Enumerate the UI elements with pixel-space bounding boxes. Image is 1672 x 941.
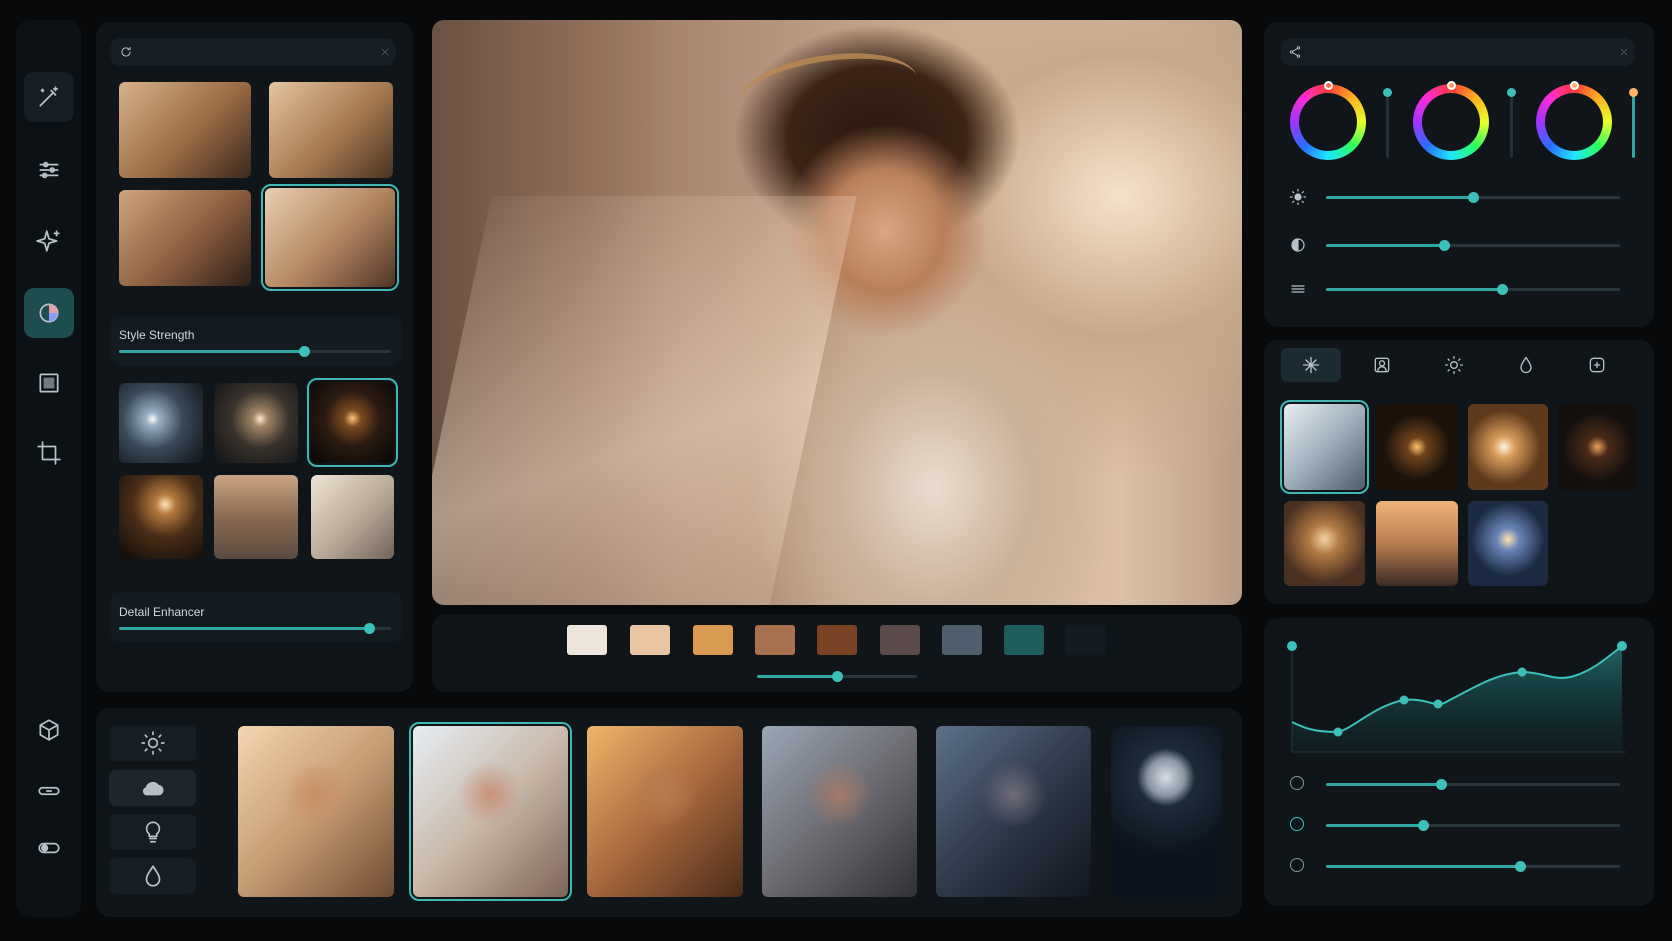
- light-effect-glow[interactable]: [119, 475, 203, 559]
- midtones-color-wheel[interactable]: [1413, 81, 1489, 160]
- sparkle-icon[interactable]: [24, 216, 74, 266]
- main-canvas-image[interactable]: [432, 20, 1242, 605]
- shadows-color-wheel[interactable]: [1290, 81, 1366, 160]
- magic-brush-icon[interactable]: [24, 72, 74, 122]
- style-strength-label: Style Strength: [119, 328, 195, 342]
- contrast-slider[interactable]: [1326, 240, 1620, 251]
- brightness-icon: [1287, 186, 1309, 208]
- light-effect-flare[interactable]: [214, 383, 298, 463]
- crop-icon[interactable]: [24, 428, 74, 478]
- detail-enhancer-slider[interactable]: [119, 623, 391, 634]
- curve-slider-3[interactable]: [1326, 861, 1620, 872]
- laurel-crown: [735, 43, 923, 138]
- color-swatch[interactable]: [693, 625, 733, 655]
- toggle-switch-icon[interactable]: [24, 823, 74, 873]
- tone-curve-chart[interactable]: [1284, 636, 1634, 756]
- color-grading-panel: [1264, 22, 1654, 327]
- effect-ember-glow[interactable]: [1558, 404, 1637, 490]
- tab-sparkle-effects[interactable]: [1281, 348, 1341, 382]
- link-toggle-icon[interactable]: [24, 766, 74, 816]
- highlights-color-wheel[interactable]: [1536, 81, 1612, 160]
- color-swatch[interactable]: [567, 625, 607, 655]
- effect-prism[interactable]: [1468, 501, 1548, 586]
- effect-sun-flare[interactable]: [1468, 404, 1548, 490]
- portrait-preset-4[interactable]: [261, 184, 399, 291]
- color-swatch[interactable]: [880, 625, 920, 655]
- effect-veil[interactable]: [1280, 400, 1369, 494]
- mood-sunset[interactable]: [587, 726, 743, 897]
- midtones-level-slider[interactable]: [1507, 88, 1516, 158]
- curve-radio-2[interactable]: [1290, 817, 1304, 831]
- curve-slider-2[interactable]: [1326, 820, 1620, 831]
- light-effect-burst[interactable]: [119, 383, 203, 463]
- close-icon[interactable]: [375, 42, 395, 62]
- color-swatch[interactable]: [1004, 625, 1044, 655]
- tab-light-effects[interactable]: [1424, 348, 1484, 382]
- share-icon[interactable]: [1285, 42, 1305, 62]
- texture-slider[interactable]: [1326, 284, 1620, 295]
- mood-stormy[interactable]: [762, 726, 917, 897]
- sun-mood-button[interactable]: [109, 725, 196, 761]
- cloud-mood-button[interactable]: [109, 770, 196, 806]
- effect-column[interactable]: [1376, 501, 1458, 586]
- mood-golden[interactable]: [238, 726, 394, 897]
- brightness-slider[interactable]: [1326, 192, 1620, 203]
- curve-radio-1[interactable]: [1290, 776, 1304, 790]
- highlights-level-slider[interactable]: [1629, 88, 1638, 158]
- water-drop-mood-button[interactable]: [109, 858, 196, 894]
- effect-gold-sparkles[interactable]: [1376, 404, 1458, 490]
- adjust-sliders-icon[interactable]: [24, 145, 74, 195]
- mood-moonlight[interactable]: [1111, 726, 1221, 897]
- color-swatch[interactable]: [755, 625, 795, 655]
- veil-overlay: [432, 195, 857, 605]
- refresh-icon[interactable]: [116, 42, 136, 62]
- effect-golden-haze[interactable]: [1284, 501, 1365, 586]
- portrait-preset-1[interactable]: [119, 82, 251, 178]
- temple-preset[interactable]: [214, 475, 298, 559]
- search-bar[interactable]: [110, 38, 396, 66]
- color-swatch[interactable]: [630, 625, 670, 655]
- curve-slider-1[interactable]: [1326, 779, 1620, 790]
- detail-enhancer-label: Detail Enhancer: [119, 605, 205, 619]
- style-strength-slider[interactable]: [119, 346, 391, 357]
- close-icon-right[interactable]: [1614, 42, 1634, 62]
- color-swatch[interactable]: [817, 625, 857, 655]
- portrait-preset-3[interactable]: [119, 190, 251, 286]
- contrast-icon: [1287, 234, 1309, 256]
- mood-night[interactable]: [936, 726, 1091, 897]
- veil-preset[interactable]: [311, 475, 394, 559]
- texture-icon: [1287, 278, 1309, 300]
- lightbulb-mood-button[interactable]: [109, 814, 196, 850]
- frame-icon[interactable]: [24, 358, 74, 408]
- shadows-level-slider[interactable]: [1383, 88, 1392, 158]
- portrait-preset-2[interactable]: [269, 82, 393, 178]
- palette-slider[interactable]: [757, 671, 917, 682]
- cube-icon[interactable]: [24, 705, 74, 755]
- curve-radio-3[interactable]: [1290, 858, 1304, 872]
- color-swatch[interactable]: [942, 625, 982, 655]
- tab-add-effects[interactable]: [1567, 348, 1627, 382]
- light-effect-sparkles[interactable]: [307, 378, 398, 467]
- tab-portrait-effects[interactable]: [1352, 348, 1412, 382]
- color-swatch[interactable]: [1066, 625, 1106, 655]
- mood-daylight[interactable]: [409, 722, 572, 901]
- tab-drop-effects[interactable]: [1496, 348, 1556, 382]
- right-search-bar[interactable]: [1281, 38, 1635, 66]
- color-palette-icon[interactable]: [24, 288, 74, 338]
